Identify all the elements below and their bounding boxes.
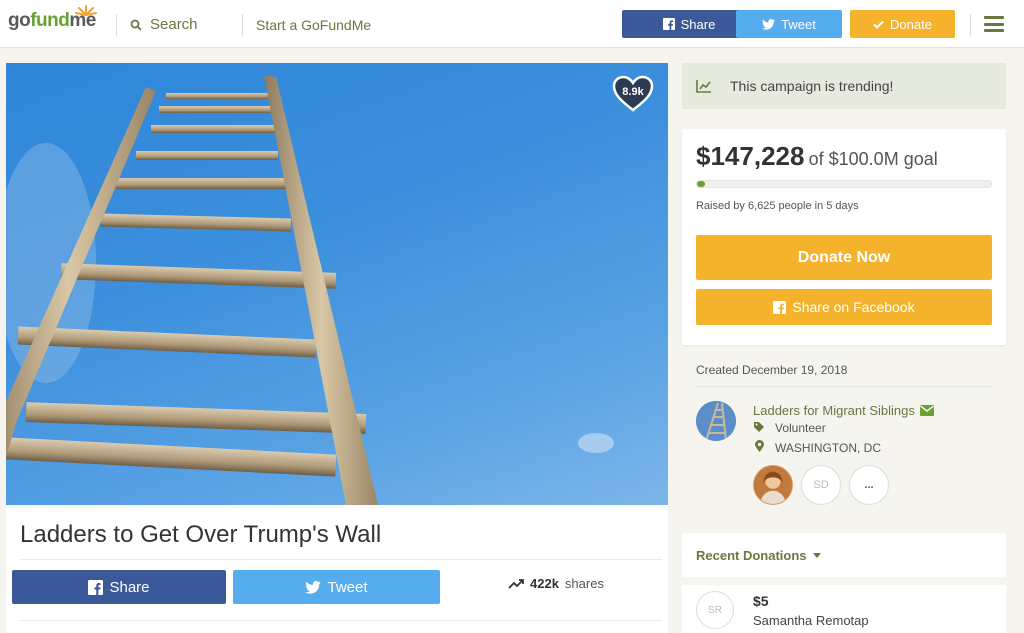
checkmark-icon: [873, 20, 884, 29]
share-on-facebook-button[interactable]: Share on Facebook: [696, 289, 992, 325]
raised-by-text: Raised by 6,625 people in 5 days: [696, 200, 859, 212]
ladder-thumbnail: [696, 401, 736, 441]
progress-fill: [697, 181, 705, 187]
trending-banner: This campaign is trending!: [682, 63, 1006, 109]
share-count: 422k shares: [508, 576, 604, 591]
progress-bar: [696, 180, 992, 188]
donation-card: $147,228 of $100.0M goal Raised by 6,625…: [682, 129, 1006, 345]
raised-summary: $147,228 of $100.0M goal: [696, 141, 938, 172]
team-member-avatar[interactable]: SD: [801, 465, 841, 505]
search-link[interactable]: Search: [130, 16, 198, 33]
trending-up-icon: [508, 578, 524, 589]
logo-sun-icon: [74, 5, 97, 16]
header-donate-button[interactable]: Donate: [850, 10, 955, 38]
header-tweet-button[interactable]: Tweet: [736, 10, 842, 38]
envelope-icon[interactable]: [919, 405, 934, 416]
campaign-image: [6, 63, 668, 505]
facebook-icon: [662, 18, 675, 30]
twitter-icon: [762, 18, 776, 30]
created-date: Created December 19, 2018: [696, 363, 848, 377]
header-divider: [116, 14, 117, 36]
divider: [696, 386, 992, 387]
tag-icon: [753, 421, 765, 435]
donor-name: Samantha Remotap: [753, 613, 869, 628]
goal-text: of $100.0M goal: [808, 149, 938, 169]
start-gofundme-link[interactable]: Start a GoFundMe: [256, 17, 371, 33]
facebook-icon: [773, 300, 787, 314]
divider: [20, 559, 662, 560]
team-member-avatar[interactable]: [753, 465, 793, 505]
divider: [20, 620, 662, 621]
tweet-button[interactable]: Tweet: [233, 570, 440, 604]
search-icon: [130, 19, 142, 31]
twitter-icon: [305, 580, 322, 594]
organizer-role: Volunteer: [753, 421, 826, 435]
raised-amount: $147,228: [696, 141, 805, 171]
donation-amount: $5: [753, 593, 769, 609]
hamburger-menu-icon[interactable]: [984, 16, 1004, 32]
donation-item: SR $5 Samantha Remotap: [682, 585, 1006, 633]
header-divider: [970, 14, 971, 36]
campaign-title: Ladders to Get Over Trump's Wall: [20, 521, 382, 548]
campaign-title-card: Ladders to Get Over Trump's Wall Share T…: [6, 505, 668, 633]
chart-line-icon: [696, 80, 711, 93]
person-photo: [754, 466, 792, 504]
more-team-button[interactable]: ...: [849, 465, 889, 505]
donor-avatar: SR: [696, 591, 734, 629]
map-pin-icon: [753, 440, 765, 455]
organizer-name-link[interactable]: Ladders for Migrant Siblings: [753, 403, 934, 418]
gofundme-logo[interactable]: gofundme: [8, 5, 97, 32]
facebook-icon: [88, 579, 104, 595]
recent-donations-toggle[interactable]: Recent Donations: [682, 533, 1006, 577]
search-label: Search: [150, 16, 198, 33]
ladder-illustration: [6, 75, 614, 505]
organizer-avatar[interactable]: [696, 401, 736, 441]
organizer-location: WASHINGTON, DC: [753, 440, 881, 455]
share-facebook-button[interactable]: Share: [12, 570, 226, 604]
donate-now-button[interactable]: Donate Now: [696, 235, 992, 280]
caret-down-icon: [812, 552, 821, 558]
top-nav: gofundme Search Start a GoFundMe Share T…: [0, 0, 1024, 48]
header-divider: [242, 14, 243, 36]
heart-count: 8.9k: [622, 86, 644, 98]
